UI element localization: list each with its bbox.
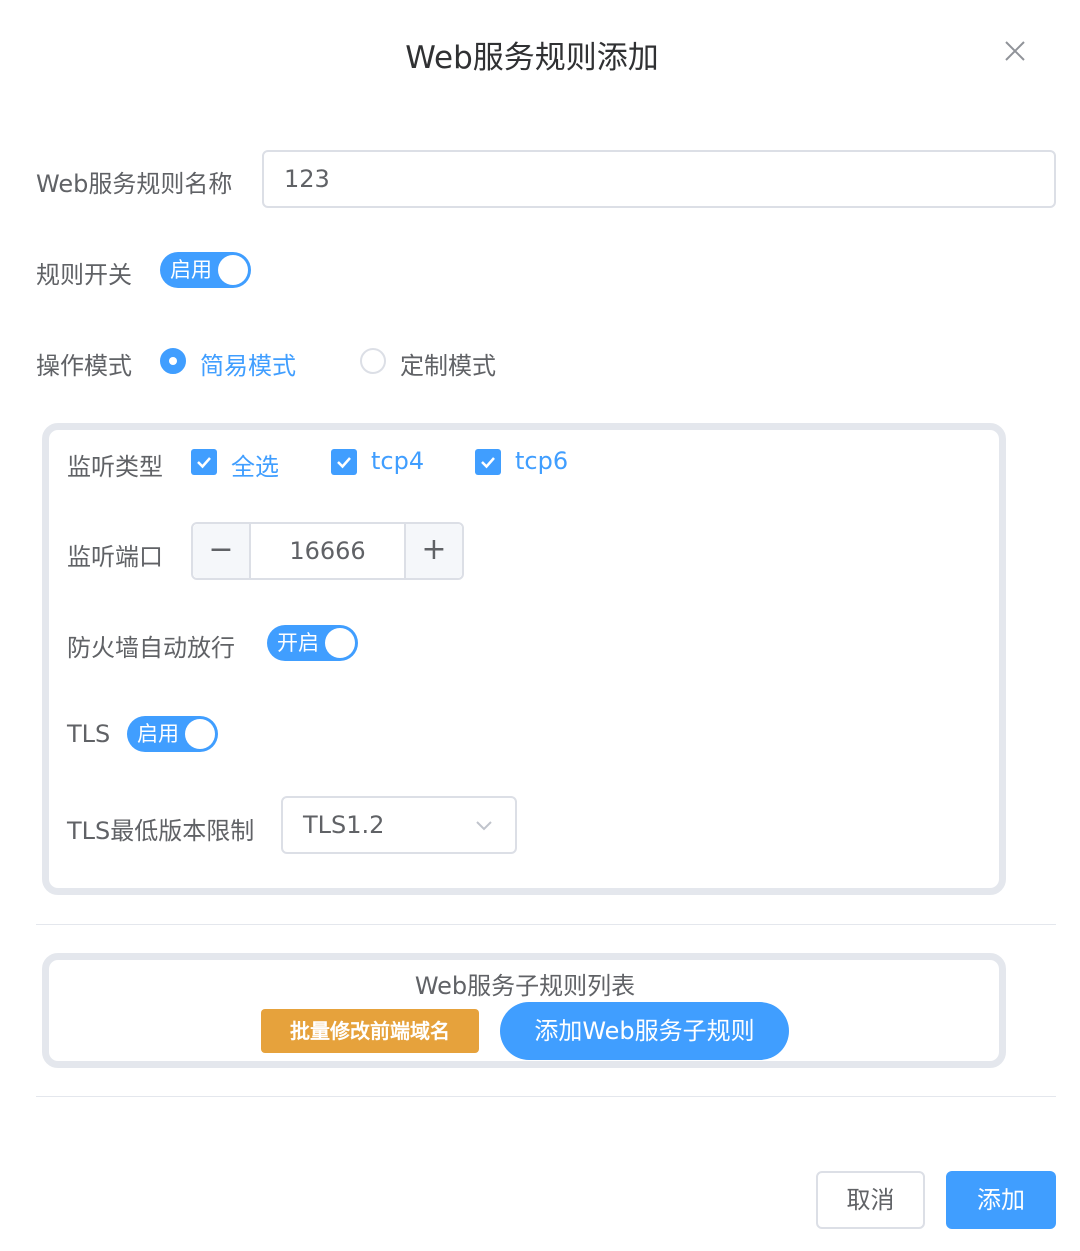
increment-button[interactable]: + — [404, 524, 462, 578]
switch-knob — [185, 719, 215, 749]
listen-port-input[interactable]: 16666 — [251, 524, 404, 578]
rule-switch-label: 规则开关 — [36, 261, 132, 289]
mode-label: 操作模式 — [36, 352, 132, 380]
firewall-label: 防火墙自动放行 — [67, 634, 235, 662]
mode-simple-radio[interactable] — [160, 348, 186, 374]
rule-switch-toggle[interactable]: 启用 — [160, 252, 251, 288]
mode-custom-radio[interactable] — [360, 348, 386, 374]
listen-port-stepper: − 16666 + — [191, 522, 464, 580]
switch-knob — [218, 255, 248, 285]
decrement-button[interactable]: − — [193, 524, 251, 578]
switch-knob — [325, 628, 355, 658]
firewall-toggle[interactable]: 开启 — [267, 625, 358, 661]
firewall-toggle-text: 开启 — [277, 631, 319, 655]
rule-switch-text: 启用 — [170, 258, 212, 282]
close-icon[interactable] — [1000, 36, 1030, 66]
add-button[interactable]: 添加 — [946, 1171, 1056, 1229]
listen-type-label: 监听类型 — [67, 453, 163, 481]
divider — [36, 924, 1056, 925]
chevron-down-icon — [476, 821, 492, 831]
tls-label: TLS — [67, 720, 111, 748]
mode-simple-label[interactable]: 简易模式 — [200, 346, 296, 381]
check-icon — [337, 457, 351, 469]
rule-name-input[interactable]: 123 — [262, 150, 1056, 208]
listen-port-label: 监听端口 — [67, 543, 163, 571]
check-icon — [197, 457, 211, 469]
tcp6-label[interactable]: tcp6 — [515, 447, 568, 475]
tls-min-version-label: TLS最低版本限制 — [67, 817, 255, 845]
select-all-checkbox[interactable] — [191, 449, 217, 475]
tcp6-checkbox[interactable] — [475, 449, 501, 475]
check-icon — [481, 457, 495, 469]
tls-toggle[interactable]: 启用 — [127, 716, 218, 752]
add-sub-rule-button[interactable]: 添加Web服务子规则 — [500, 1002, 789, 1060]
tcp4-label[interactable]: tcp4 — [371, 447, 424, 475]
batch-edit-domain-button[interactable]: 批量修改前端域名 — [261, 1009, 479, 1053]
divider — [36, 1096, 1056, 1097]
rule-name-label: Web服务规则名称 — [36, 170, 233, 198]
tls-toggle-text: 启用 — [137, 722, 179, 746]
tls-min-version-value: TLS1.2 — [303, 811, 385, 839]
dialog-title: Web服务规则添加 — [405, 40, 659, 76]
tcp4-checkbox[interactable] — [331, 449, 357, 475]
select-all-label[interactable]: 全选 — [231, 447, 279, 482]
tls-min-version-select[interactable]: TLS1.2 — [281, 796, 517, 854]
sub-rules-title: Web服务子规则列表 — [414, 972, 636, 1000]
mode-custom-label[interactable]: 定制模式 — [400, 346, 496, 381]
cancel-button[interactable]: 取消 — [816, 1171, 925, 1229]
